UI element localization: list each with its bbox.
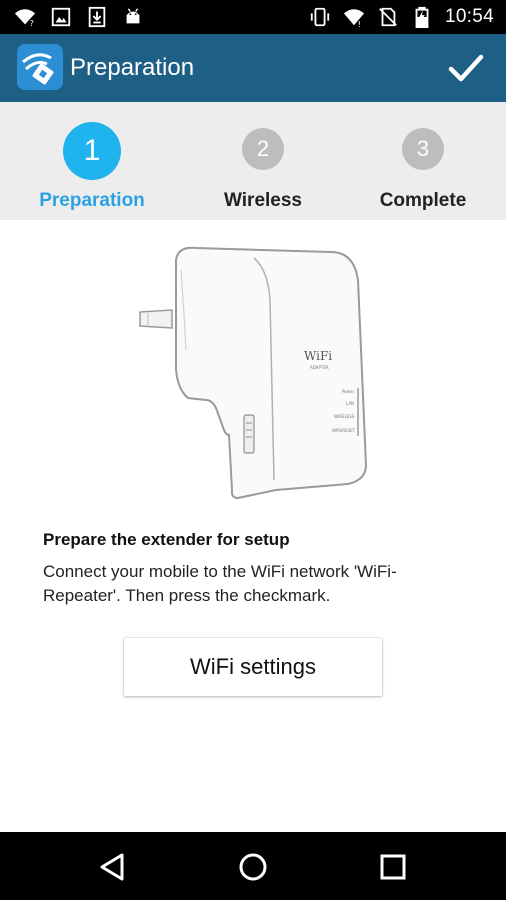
step-number: 3 (402, 128, 444, 170)
step-number: 1 (63, 122, 121, 180)
step-wireless: 2 Wireless (183, 102, 343, 220)
step-label: Preparation (39, 190, 145, 211)
setup-description: Connect your mobile to the WiFi network … (43, 562, 397, 605)
brand-label: WiFi (304, 349, 332, 363)
svg-text:?: ? (30, 18, 34, 28)
step-label: Complete (379, 190, 467, 211)
indicator-label: WPS/RESET (332, 428, 356, 433)
download-icon (88, 6, 106, 28)
back-icon[interactable] (96, 850, 130, 884)
step-indicator: 1 Preparation 2 Wireless 3 Complete (0, 102, 506, 220)
clock: 10:54 (444, 6, 494, 27)
indicator-label: LAN (346, 401, 354, 406)
home-icon[interactable] (236, 850, 270, 884)
wifi-icon: ! (343, 9, 365, 28)
indicator-label: Power (342, 389, 354, 394)
step-number: 2 (242, 128, 284, 170)
navigation-bar (0, 832, 506, 900)
wifi-unknown-icon: ? (14, 9, 36, 28)
vibrate-icon (310, 7, 330, 27)
wifi-settings-button[interactable]: WiFi settings (124, 638, 382, 696)
status-bar: ? ! 10:54 (0, 0, 506, 34)
page-title: Preparation (70, 54, 195, 81)
step-complete: 3 Complete (343, 102, 503, 220)
wifi-repeater-app-icon (17, 44, 63, 90)
step-label: Wireless (224, 190, 302, 211)
android-icon (126, 8, 140, 24)
step-preparation: 1 Preparation (12, 102, 172, 220)
svg-text:!: ! (358, 19, 361, 28)
no-sim-icon (379, 7, 397, 27)
battery-charging-icon (415, 6, 429, 28)
extender-illustration: WiFi ADAPTER Power LAN WIRELESS WPS/RESE… (139, 246, 368, 500)
indicator-label: WIRELESS (334, 414, 355, 419)
recents-icon[interactable] (376, 850, 410, 884)
image-icon (51, 7, 71, 27)
app-bar: Preparation (0, 34, 506, 102)
checkmark-icon[interactable] (446, 48, 486, 88)
setup-heading: Prepare the extender for setup (43, 530, 290, 549)
brand-sub-label: ADAPTER (310, 365, 329, 370)
